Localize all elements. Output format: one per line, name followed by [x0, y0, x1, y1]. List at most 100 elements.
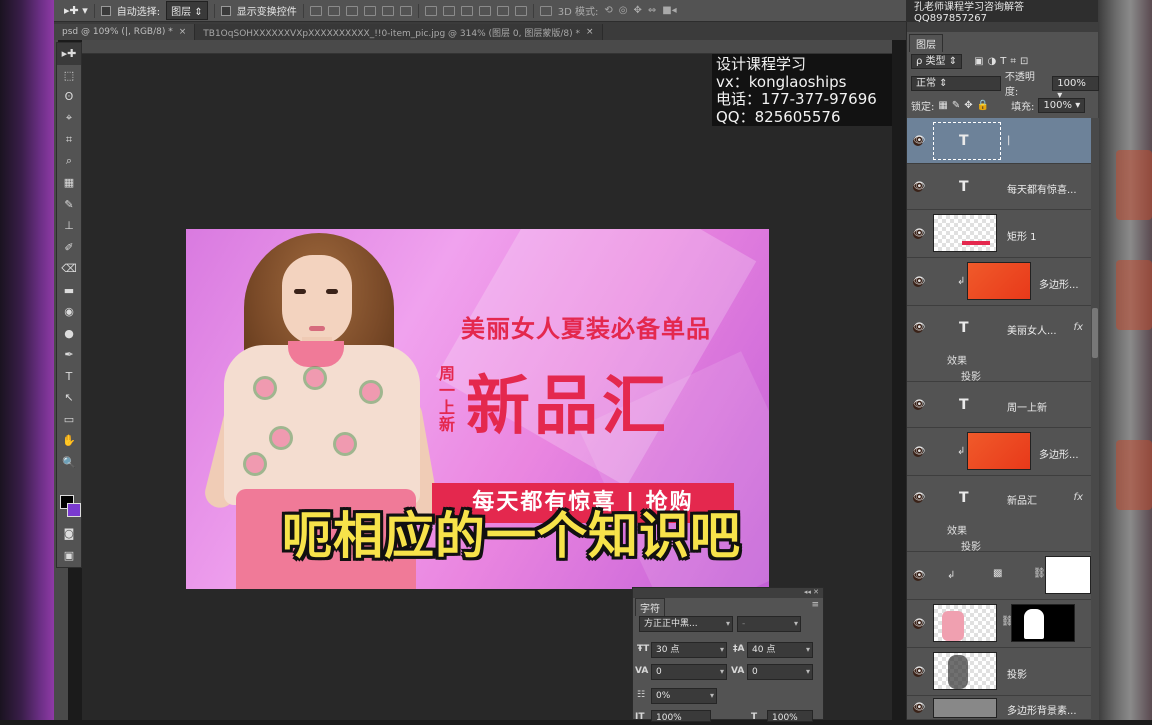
- layer-row[interactable]: 👁 T 美丽女人... fx 效果 投影: [907, 306, 1091, 383]
- layer-row[interactable]: 👁 投影: [907, 648, 1091, 696]
- lock-all-icon[interactable]: 🔒: [977, 100, 989, 111]
- visibility-eye-icon[interactable]: 👁: [913, 228, 926, 239]
- marquee-tool-icon[interactable]: ⬚: [57, 65, 81, 87]
- distribute-top-icon[interactable]: [424, 5, 437, 16]
- tab-character[interactable]: 字符: [635, 598, 665, 616]
- visibility-eye-icon[interactable]: 👁: [913, 618, 926, 629]
- visibility-eye-icon[interactable]: 👁: [913, 570, 926, 581]
- layer-row[interactable]: 👁 ⛓: [907, 600, 1091, 648]
- auto-align-icon[interactable]: [539, 5, 552, 16]
- move-tool-icon[interactable]: ▸✚: [57, 43, 81, 65]
- gradient-tool-icon[interactable]: ▬: [57, 280, 81, 302]
- filter-smart-icon[interactable]: ⊡: [1020, 56, 1028, 67]
- auto-select-dropdown[interactable]: 图层 ⇕: [166, 1, 208, 20]
- show-transform-checkbox[interactable]: [220, 5, 231, 16]
- visibility-eye-icon[interactable]: 👁: [913, 276, 926, 287]
- visibility-eye-icon[interactable]: 👁: [913, 702, 926, 713]
- fx-icon[interactable]: fx: [1074, 492, 1083, 503]
- 3d-slide-icon[interactable]: ⇔: [648, 5, 656, 16]
- layer-row[interactable]: 👁 ↲ ▩ ⛓: [907, 552, 1091, 600]
- quick-mask-icon[interactable]: ◙: [57, 523, 81, 545]
- distribute-hcenter-icon[interactable]: [496, 5, 509, 16]
- blend-mode-select[interactable]: 正常 ⇕: [911, 75, 1001, 91]
- eyedropper-tool-icon[interactable]: ⌕: [57, 151, 81, 173]
- align-vcenter-icon[interactable]: [327, 5, 340, 16]
- vertical-scale-field[interactable]: 100%: [651, 710, 711, 723]
- filter-adjust-icon[interactable]: ◑: [988, 56, 997, 67]
- close-icon[interactable]: ×: [179, 27, 187, 37]
- layer-mask-thumbnail[interactable]: [1011, 604, 1075, 642]
- brush-tool-icon[interactable]: ✎: [57, 194, 81, 216]
- fx-icon[interactable]: fx: [1074, 322, 1083, 333]
- effects-label[interactable]: 效果: [947, 352, 967, 367]
- doc-tab-active[interactable]: psd @ 109% (|, RGB/8) * ×: [54, 24, 196, 40]
- layer-row[interactable]: 👁 ↲ 多边形...: [907, 258, 1091, 306]
- font-style-select[interactable]: - ▾: [737, 616, 801, 632]
- layer-row[interactable]: 👁 T 新品汇 fx 效果 投影: [907, 476, 1091, 553]
- layer-row[interactable]: 👁 矩形 1: [907, 210, 1091, 258]
- 3d-roll-icon[interactable]: ◎: [619, 5, 628, 16]
- dodge-tool-icon[interactable]: ●: [57, 323, 81, 345]
- layer-row[interactable]: 👁 多边形背景素...: [907, 696, 1091, 720]
- layer-row[interactable]: 👁 T 周一上新: [907, 382, 1091, 428]
- crop-tool-icon[interactable]: ⌗: [57, 129, 81, 151]
- effect-drop-shadow[interactable]: 投影: [961, 538, 981, 553]
- layer-mask-thumbnail[interactable]: [1045, 556, 1091, 594]
- visibility-eye-icon[interactable]: 👁: [913, 666, 926, 677]
- zoom-tool-icon[interactable]: 🔍: [57, 452, 81, 474]
- font-size-field[interactable]: 30 点 ▾: [651, 642, 727, 658]
- tab-layers[interactable]: 图层: [909, 34, 943, 52]
- visibility-eye-icon[interactable]: 👁: [913, 323, 926, 333]
- shape-tool-icon[interactable]: ▭: [57, 409, 81, 431]
- layer-row[interactable]: 👁 ↲ 多边形...: [907, 428, 1091, 476]
- distribute-vcenter-icon[interactable]: [442, 5, 455, 16]
- auto-select-checkbox[interactable]: [100, 5, 111, 16]
- visibility-eye-icon[interactable]: 👁: [913, 181, 926, 192]
- align-right-icon[interactable]: [399, 5, 412, 16]
- layer-filter-select[interactable]: ρ 类型 ⇕: [911, 53, 963, 69]
- effects-label[interactable]: 效果: [947, 522, 967, 537]
- visibility-eye-icon[interactable]: 👁: [913, 446, 926, 457]
- distribute-left-icon[interactable]: [478, 5, 491, 16]
- healing-tool-icon[interactable]: ▦: [57, 172, 81, 194]
- filter-shape-icon[interactable]: ⌗: [1010, 56, 1016, 67]
- visibility-eye-icon[interactable]: 👁: [913, 135, 926, 146]
- layers-scrollbar[interactable]: [1091, 118, 1099, 720]
- pen-tool-icon[interactable]: ✒: [57, 344, 81, 366]
- panel-header[interactable]: [907, 22, 1098, 32]
- type-tool-icon[interactable]: T: [57, 366, 81, 388]
- lock-position-icon[interactable]: ✥: [964, 100, 972, 111]
- link-icon[interactable]: ⛓: [1033, 568, 1046, 579]
- align-left-icon[interactable]: [363, 5, 376, 16]
- font-family-select[interactable]: 方正正中黑... ▾: [639, 616, 733, 632]
- effect-drop-shadow[interactable]: 投影: [961, 368, 981, 383]
- move-tool-icon[interactable]: ▸✚ ▾: [64, 4, 88, 17]
- 3d-scale-icon[interactable]: ■◂: [662, 5, 676, 16]
- tsume-field[interactable]: 0% ▾: [651, 688, 717, 704]
- doc-tab-inactive[interactable]: TB1OqSOHXXXXXXVXpXXXXXXXXXX_!!0-item_pic…: [195, 24, 603, 40]
- align-top-icon[interactable]: [309, 5, 322, 16]
- visibility-eye-icon[interactable]: 👁: [913, 493, 926, 503]
- history-brush-tool-icon[interactable]: ✐: [57, 237, 81, 259]
- stamp-tool-icon[interactable]: ⊥: [57, 215, 81, 237]
- hand-tool-icon[interactable]: ✋: [57, 430, 81, 452]
- blur-tool-icon[interactable]: ◉: [57, 301, 81, 323]
- lasso-tool-icon[interactable]: ʘ: [57, 86, 81, 108]
- fill-field[interactable]: 100% ▾: [1038, 97, 1086, 113]
- filter-pixel-icon[interactable]: ▣: [974, 56, 983, 67]
- opacity-field[interactable]: 100% ▾: [1052, 75, 1099, 101]
- eraser-tool-icon[interactable]: ⌫: [57, 258, 81, 280]
- panel-header[interactable]: ◂◂ ✕: [633, 588, 823, 598]
- kerning-field[interactable]: 0 ▾: [651, 664, 727, 680]
- panel-menu-icon[interactable]: ≡: [811, 600, 819, 610]
- leading-field[interactable]: 40 点 ▾: [747, 642, 813, 658]
- background-color-swatch[interactable]: [67, 503, 81, 517]
- 3d-pan-icon[interactable]: ✥: [633, 5, 641, 16]
- align-hcenter-icon[interactable]: [381, 5, 394, 16]
- layer-row[interactable]: 👁 T |: [907, 118, 1091, 164]
- layer-row[interactable]: 👁 T 每天都有惊喜...: [907, 164, 1091, 210]
- distribute-bottom-icon[interactable]: [460, 5, 473, 16]
- tracking-field[interactable]: 0 ▾: [747, 664, 813, 680]
- path-select-tool-icon[interactable]: ↖: [57, 387, 81, 409]
- lock-pixels-icon[interactable]: ✎: [952, 100, 960, 111]
